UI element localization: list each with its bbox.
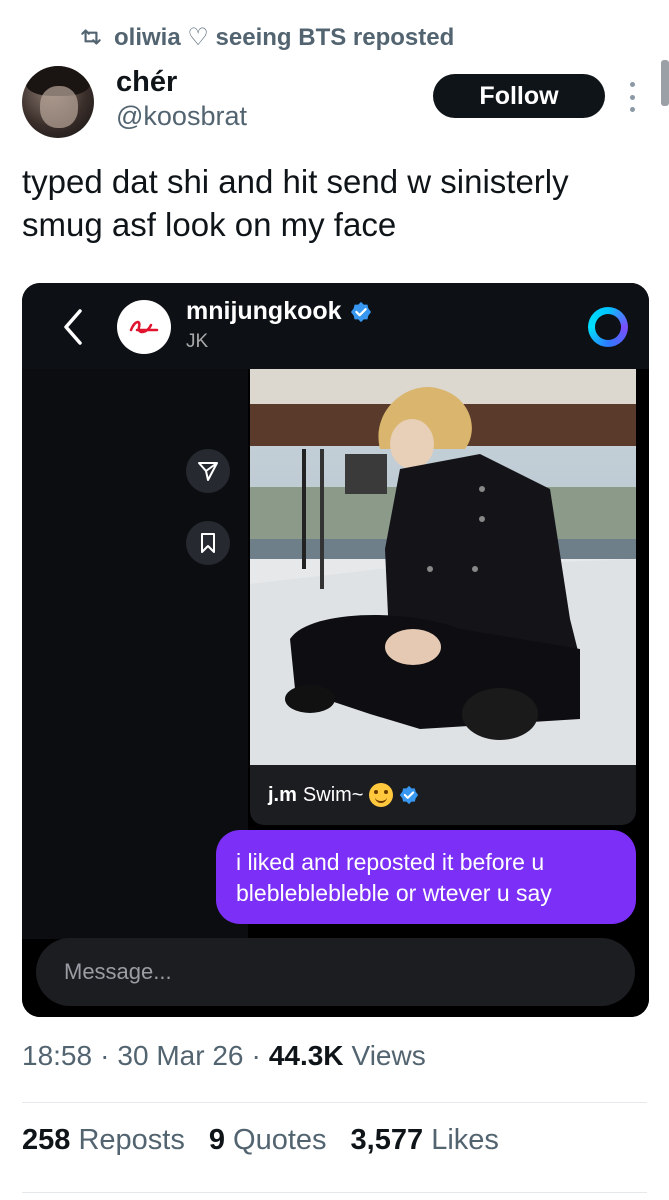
dm-username: mnijungkook — [186, 297, 342, 325]
smile-emoji-icon — [369, 783, 394, 807]
sent-message-bubble: i liked and reposted it before u blebleb… — [216, 830, 636, 924]
dm-header: mnijungkook JK — [22, 283, 649, 369]
reposts-stat[interactable]: 258 Reposts — [22, 1124, 185, 1157]
author-name[interactable]: chér — [116, 66, 177, 99]
scrollbar[interactable] — [661, 60, 669, 106]
message-input: Message... — [36, 938, 635, 1006]
more-options-icon[interactable] — [626, 82, 638, 112]
dm-screenshot[interactable]: mnijungkook JK j.m Swim~ i liked and rep… — [22, 283, 649, 1017]
likes-stat[interactable]: 3,577 Likes — [351, 1124, 499, 1157]
tweet-meta: 18:58 · 30 Mar 26 · 44.3K Views — [22, 1040, 426, 1072]
author-handle[interactable]: @koosbrat — [116, 101, 247, 132]
tweet-stats: 258 Reposts 9 Quotes 3,577 Likes — [22, 1124, 499, 1157]
caption-text: Swim~ — [302, 783, 364, 806]
repost-text: oliwia ♡ seeing BTS reposted — [114, 23, 455, 51]
back-arrow-icon — [64, 309, 82, 345]
divider — [22, 1192, 647, 1193]
tweet-time[interactable]: 18:58 — [22, 1040, 92, 1072]
views-count: 44.3K — [268, 1040, 344, 1071]
dm-subtitle: JK — [186, 331, 209, 352]
author-avatar[interactable] — [22, 66, 94, 138]
repost-icon — [81, 29, 101, 45]
dm-avatar-logo-icon — [129, 320, 159, 334]
verified-badge-icon — [350, 301, 371, 322]
shared-post-image[interactable] — [250, 369, 636, 765]
dm-avatar — [117, 300, 171, 354]
post-caption: j.m Swim~ — [250, 765, 636, 825]
follow-button[interactable]: Follow — [433, 74, 605, 118]
tweet-text: typed dat shi and hit send w sinisterly … — [22, 163, 569, 243]
tweet-date[interactable]: 30 Mar 26 — [117, 1040, 243, 1072]
quotes-stat[interactable]: 9 Quotes — [209, 1124, 327, 1157]
bookmark-icon — [186, 521, 230, 565]
share-icon — [186, 449, 230, 493]
views-label: Views — [351, 1040, 426, 1071]
message-text: i liked and reposted it before u blebleb… — [236, 849, 552, 906]
caption-username: j.m — [268, 783, 297, 806]
divider — [22, 1102, 647, 1103]
repost-indicator[interactable]: oliwia ♡ seeing BTS reposted — [78, 20, 454, 54]
verified-badge-icon — [400, 785, 419, 805]
dm-status-ring-icon — [588, 307, 628, 347]
